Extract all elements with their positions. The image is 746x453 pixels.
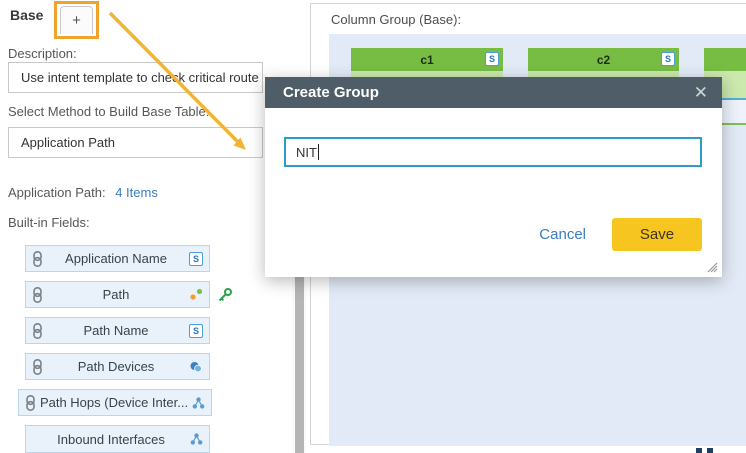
dialog-footer: Cancel Save — [539, 218, 702, 251]
application-path-label: Application Path: — [8, 185, 106, 200]
create-group-dialog: Create Group ✕ NIT Cancel Save — [265, 77, 722, 277]
field-label: Path — [43, 287, 189, 302]
text-cursor — [318, 144, 319, 160]
string-type-badge: S — [189, 252, 203, 266]
string-type-badge: S — [485, 52, 499, 66]
field-label: Application Name — [43, 251, 189, 266]
column-header-c3[interactable] — [704, 48, 746, 71]
column-header-c1[interactable]: c1 S — [351, 48, 503, 71]
column-header-label: c2 — [597, 53, 610, 67]
field-label: Path Hops (Device Inter... — [36, 395, 192, 410]
path-endpoints-icon — [189, 288, 203, 301]
scrollbar-thumb[interactable] — [295, 274, 304, 453]
built-in-fields-label: Built-in Fields: — [8, 215, 90, 230]
application-path-items-link[interactable]: 4 Items — [115, 185, 158, 200]
column-group-title: Column Group (Base): — [331, 12, 461, 27]
application-path-row: Application Path: 4 Items — [8, 185, 158, 200]
chain-icon — [32, 323, 43, 339]
description-label: Description: — [8, 46, 77, 61]
resize-handle-icon[interactable] — [704, 259, 718, 273]
save-button[interactable]: Save — [612, 218, 702, 251]
column-header-label: c1 — [420, 53, 433, 67]
description-input[interactable]: Use intent template to check critical ro… — [8, 62, 263, 93]
devices-icon — [189, 361, 203, 373]
field-label: Path Name — [43, 323, 189, 338]
description-value: Use intent template to check critical ro… — [21, 70, 259, 85]
string-type-badge: S — [189, 324, 203, 338]
chain-icon — [32, 359, 43, 375]
field-label: Path Devices — [43, 359, 189, 374]
cutoff-icon — [707, 448, 713, 453]
field-label: Inbound Interfaces — [32, 432, 190, 447]
method-select[interactable]: Application Path — [8, 127, 263, 158]
dialog-header[interactable]: Create Group ✕ — [265, 77, 722, 108]
group-name-input[interactable]: NIT — [284, 137, 702, 167]
column-header-c2[interactable]: c2 S — [528, 48, 679, 71]
network-icon — [190, 433, 203, 445]
network-icon — [192, 397, 205, 409]
cutoff-icon — [696, 448, 702, 453]
key-icon — [217, 287, 233, 303]
chain-icon — [32, 287, 43, 303]
cancel-button[interactable]: Cancel — [539, 226, 586, 243]
dialog-title: Create Group — [283, 84, 694, 101]
group-name-value: NIT — [296, 145, 317, 160]
method-label: Select Method to Build Base Table: — [8, 104, 209, 119]
tab-base[interactable]: Base — [10, 7, 43, 23]
field-inbound-interfaces[interactable]: Inbound Interfaces — [25, 425, 210, 453]
field-application-name[interactable]: Application Name S — [25, 245, 210, 272]
string-type-badge: S — [661, 52, 675, 66]
field-path-hops[interactable]: Path Hops (Device Inter... — [18, 389, 212, 416]
method-value: Application Path — [21, 135, 115, 150]
highlight-box — [54, 1, 99, 39]
field-path-name[interactable]: Path Name S — [25, 317, 210, 344]
chain-icon — [32, 251, 43, 267]
field-path-devices[interactable]: Path Devices — [25, 353, 210, 380]
close-icon[interactable]: ✕ — [694, 84, 708, 101]
chain-icon — [25, 395, 36, 411]
field-path[interactable]: Path — [25, 281, 210, 308]
